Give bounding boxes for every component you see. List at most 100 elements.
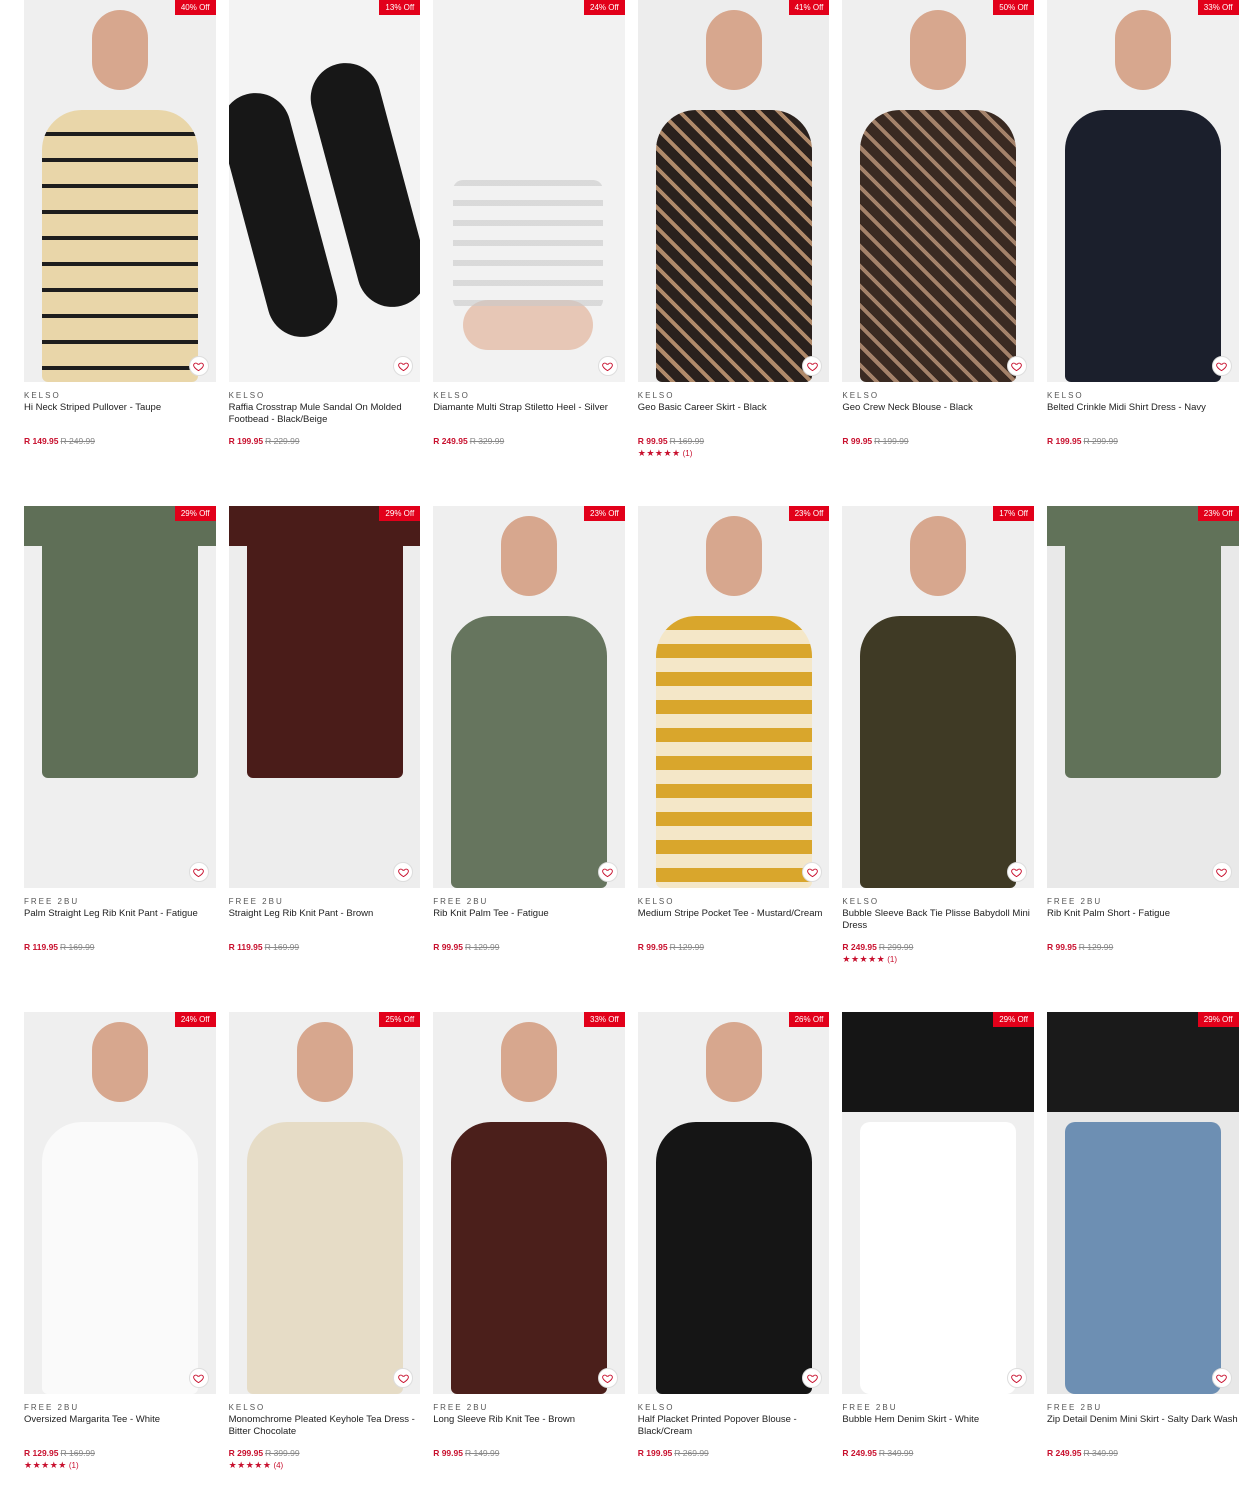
product-name[interactable]: Monomchrome Pleated Keyhole Tea Dress - … bbox=[229, 1414, 421, 1448]
product-name[interactable]: Straight Leg Rib Knit Pant - Brown bbox=[229, 908, 421, 942]
product-rating[interactable]: ★★★★★ (4) bbox=[229, 1460, 421, 1471]
wishlist-button[interactable] bbox=[597, 1368, 618, 1388]
product-name[interactable]: Rib Knit Palm Tee - Fatigue bbox=[433, 908, 625, 942]
product-card[interactable]: 25% Off KELSO Monomchrome Pleated Keyhol… bbox=[228, 1012, 421, 1509]
sale-price: R 199.95 bbox=[1046, 436, 1082, 446]
product-image[interactable]: 24% Off bbox=[433, 0, 625, 382]
product-name[interactable]: Long Sleeve Rib Knit Tee - Brown bbox=[433, 1414, 625, 1448]
product-brand: KELSO bbox=[228, 1403, 266, 1412]
product-price: R 249.95 R 349.99 bbox=[842, 1448, 1034, 1458]
product-card[interactable]: 29% Off FREE 2BU Bubble Hem Denim Skirt … bbox=[842, 1012, 1034, 1509]
product-image[interactable]: 33% Off bbox=[433, 1012, 625, 1394]
product-card[interactable]: 24% Off FREE 2BU Oversized Margarita Tee… bbox=[24, 1012, 216, 1509]
wishlist-button[interactable] bbox=[1006, 1368, 1027, 1388]
product-card[interactable]: 23% Off FREE 2BU Rib Knit Palm Short - F… bbox=[1046, 506, 1239, 1012]
product-card[interactable]: 50% Off KELSO Geo Crew Neck Blouse - Bla… bbox=[842, 0, 1034, 506]
original-price: R 129.99 bbox=[1078, 942, 1114, 952]
product-figure bbox=[451, 1122, 608, 1394]
product-brand: KELSO bbox=[842, 391, 880, 400]
product-price: R 199.95 R 229.99 bbox=[229, 436, 421, 446]
product-figure bbox=[42, 506, 198, 778]
wishlist-button[interactable] bbox=[597, 356, 618, 376]
product-name[interactable]: Zip Detail Denim Mini Skirt - Salty Dark… bbox=[1047, 1414, 1239, 1448]
product-image[interactable]: 29% Off bbox=[842, 1012, 1034, 1394]
discount-badge: 33% Off bbox=[1197, 0, 1239, 15]
product-rating[interactable]: ★★★★★ (1) bbox=[24, 1460, 216, 1471]
product-card[interactable]: 13% Off KELSO Raffia Crosstrap Mule Sand… bbox=[228, 0, 421, 506]
sale-price: R 99.95 bbox=[637, 942, 668, 952]
discount-badge: 23% Off bbox=[1197, 506, 1239, 521]
product-card[interactable]: 40% Off KELSO Hi Neck Striped Pullover -… bbox=[24, 0, 216, 506]
product-name[interactable]: Rib Knit Palm Short - Fatigue bbox=[1047, 908, 1239, 942]
product-card[interactable]: 17% Off KELSO Bubble Sleeve Back Tie Pli… bbox=[842, 506, 1034, 1012]
wishlist-button[interactable] bbox=[188, 1368, 209, 1388]
product-image[interactable]: 29% Off bbox=[228, 506, 421, 888]
heart-icon bbox=[602, 868, 614, 877]
product-name[interactable]: Medium Stripe Pocket Tee - Mustard/Cream bbox=[638, 908, 830, 942]
product-price: R 249.95 R 299.99 bbox=[842, 942, 1034, 952]
heart-icon bbox=[397, 362, 409, 371]
original-price: R 169.99 bbox=[60, 942, 95, 952]
product-detail bbox=[910, 516, 967, 596]
product-price: R 99.95 R 129.99 bbox=[433, 942, 625, 952]
product-image[interactable]: 33% Off bbox=[1046, 0, 1239, 382]
product-image[interactable]: 26% Off bbox=[637, 1012, 830, 1394]
product-card[interactable]: 26% Off KELSO Half Placket Printed Popov… bbox=[637, 1012, 830, 1509]
product-card[interactable]: 33% Off FREE 2BU Long Sleeve Rib Knit Te… bbox=[433, 1012, 625, 1509]
product-card[interactable]: 29% Off FREE 2BU Palm Straight Leg Rib K… bbox=[24, 506, 216, 1012]
wishlist-button[interactable] bbox=[597, 862, 618, 882]
discount-badge: 24% Off bbox=[174, 1012, 216, 1027]
product-name[interactable]: Bubble Hem Denim Skirt - White bbox=[842, 1414, 1034, 1448]
product-rating[interactable]: ★★★★★ (1) bbox=[842, 954, 1034, 965]
wishlist-button[interactable] bbox=[1006, 862, 1027, 882]
wishlist-button[interactable] bbox=[1211, 1368, 1232, 1388]
product-image[interactable]: 25% Off bbox=[228, 1012, 421, 1394]
heart-icon bbox=[1011, 868, 1023, 877]
product-price: R 199.95 R 269.99 bbox=[638, 1448, 830, 1458]
product-image[interactable]: 17% Off bbox=[842, 506, 1034, 888]
product-rating[interactable]: ★★★★★ (1) bbox=[638, 448, 830, 459]
product-card[interactable]: 23% Off FREE 2BU Rib Knit Palm Tee - Fat… bbox=[433, 506, 625, 1012]
product-name[interactable]: Hi Neck Striped Pullover - Taupe bbox=[24, 402, 216, 436]
product-card[interactable]: 23% Off KELSO Medium Stripe Pocket Tee -… bbox=[637, 506, 830, 1012]
wishlist-button[interactable] bbox=[188, 862, 209, 882]
product-image[interactable]: 29% Off bbox=[1046, 1012, 1239, 1394]
wishlist-button[interactable] bbox=[1006, 356, 1027, 376]
product-image[interactable]: 50% Off bbox=[842, 0, 1034, 382]
product-figure bbox=[246, 1122, 403, 1394]
product-image[interactable]: 29% Off bbox=[24, 506, 216, 888]
product-image[interactable]: 13% Off bbox=[228, 0, 421, 382]
heart-icon bbox=[397, 1374, 409, 1383]
product-image[interactable]: 23% Off bbox=[1046, 506, 1239, 888]
product-image[interactable]: 41% Off bbox=[637, 0, 830, 382]
product-name[interactable]: Bubble Sleeve Back Tie Plisse Babydoll M… bbox=[842, 908, 1034, 942]
product-card[interactable]: 41% Off KELSO Geo Basic Career Skirt - B… bbox=[637, 0, 830, 506]
product-price: R 99.95 R 129.99 bbox=[638, 942, 830, 952]
heart-icon bbox=[807, 868, 818, 877]
product-price: R 119.95 R 169.99 bbox=[229, 942, 421, 952]
product-name[interactable]: Geo Basic Career Skirt - Black bbox=[638, 402, 830, 436]
discount-badge: 17% Off bbox=[993, 506, 1034, 521]
product-figure bbox=[1064, 1122, 1221, 1394]
product-detail bbox=[1114, 10, 1171, 90]
wishlist-button[interactable] bbox=[1211, 862, 1232, 882]
product-image[interactable]: 23% Off bbox=[433, 506, 625, 888]
product-card[interactable]: 29% Off FREE 2BU Straight Leg Rib Knit P… bbox=[228, 506, 421, 1012]
product-card[interactable]: 29% Off FREE 2BU Zip Detail Denim Mini S… bbox=[1046, 1012, 1239, 1509]
product-name[interactable]: Oversized Margarita Tee - White bbox=[24, 1414, 216, 1448]
product-name[interactable]: Belted Crinkle Midi Shirt Dress - Navy bbox=[1047, 402, 1239, 436]
wishlist-button[interactable] bbox=[188, 356, 209, 376]
product-image[interactable]: 23% Off bbox=[637, 506, 830, 888]
product-image[interactable]: 40% Off bbox=[24, 0, 216, 382]
product-name[interactable]: Raffia Crosstrap Mule Sandal On Molded F… bbox=[229, 402, 421, 436]
wishlist-button[interactable] bbox=[1211, 356, 1232, 376]
product-name[interactable]: Diamante Multi Strap Stiletto Heel - Sil… bbox=[433, 402, 625, 436]
product-card[interactable]: 24% Off KELSO Diamante Multi Strap Stile… bbox=[433, 0, 625, 506]
product-name[interactable]: Geo Crew Neck Blouse - Black bbox=[842, 402, 1034, 436]
product-card[interactable]: 33% Off KELSO Belted Crinkle Midi Shirt … bbox=[1046, 0, 1239, 506]
product-detail bbox=[705, 1022, 762, 1102]
discount-badge: 29% Off bbox=[379, 506, 421, 521]
product-name[interactable]: Palm Straight Leg Rib Knit Pant - Fatigu… bbox=[24, 908, 216, 942]
product-image[interactable]: 24% Off bbox=[24, 1012, 216, 1394]
product-name[interactable]: Half Placket Printed Popover Blouse - Bl… bbox=[638, 1414, 830, 1448]
